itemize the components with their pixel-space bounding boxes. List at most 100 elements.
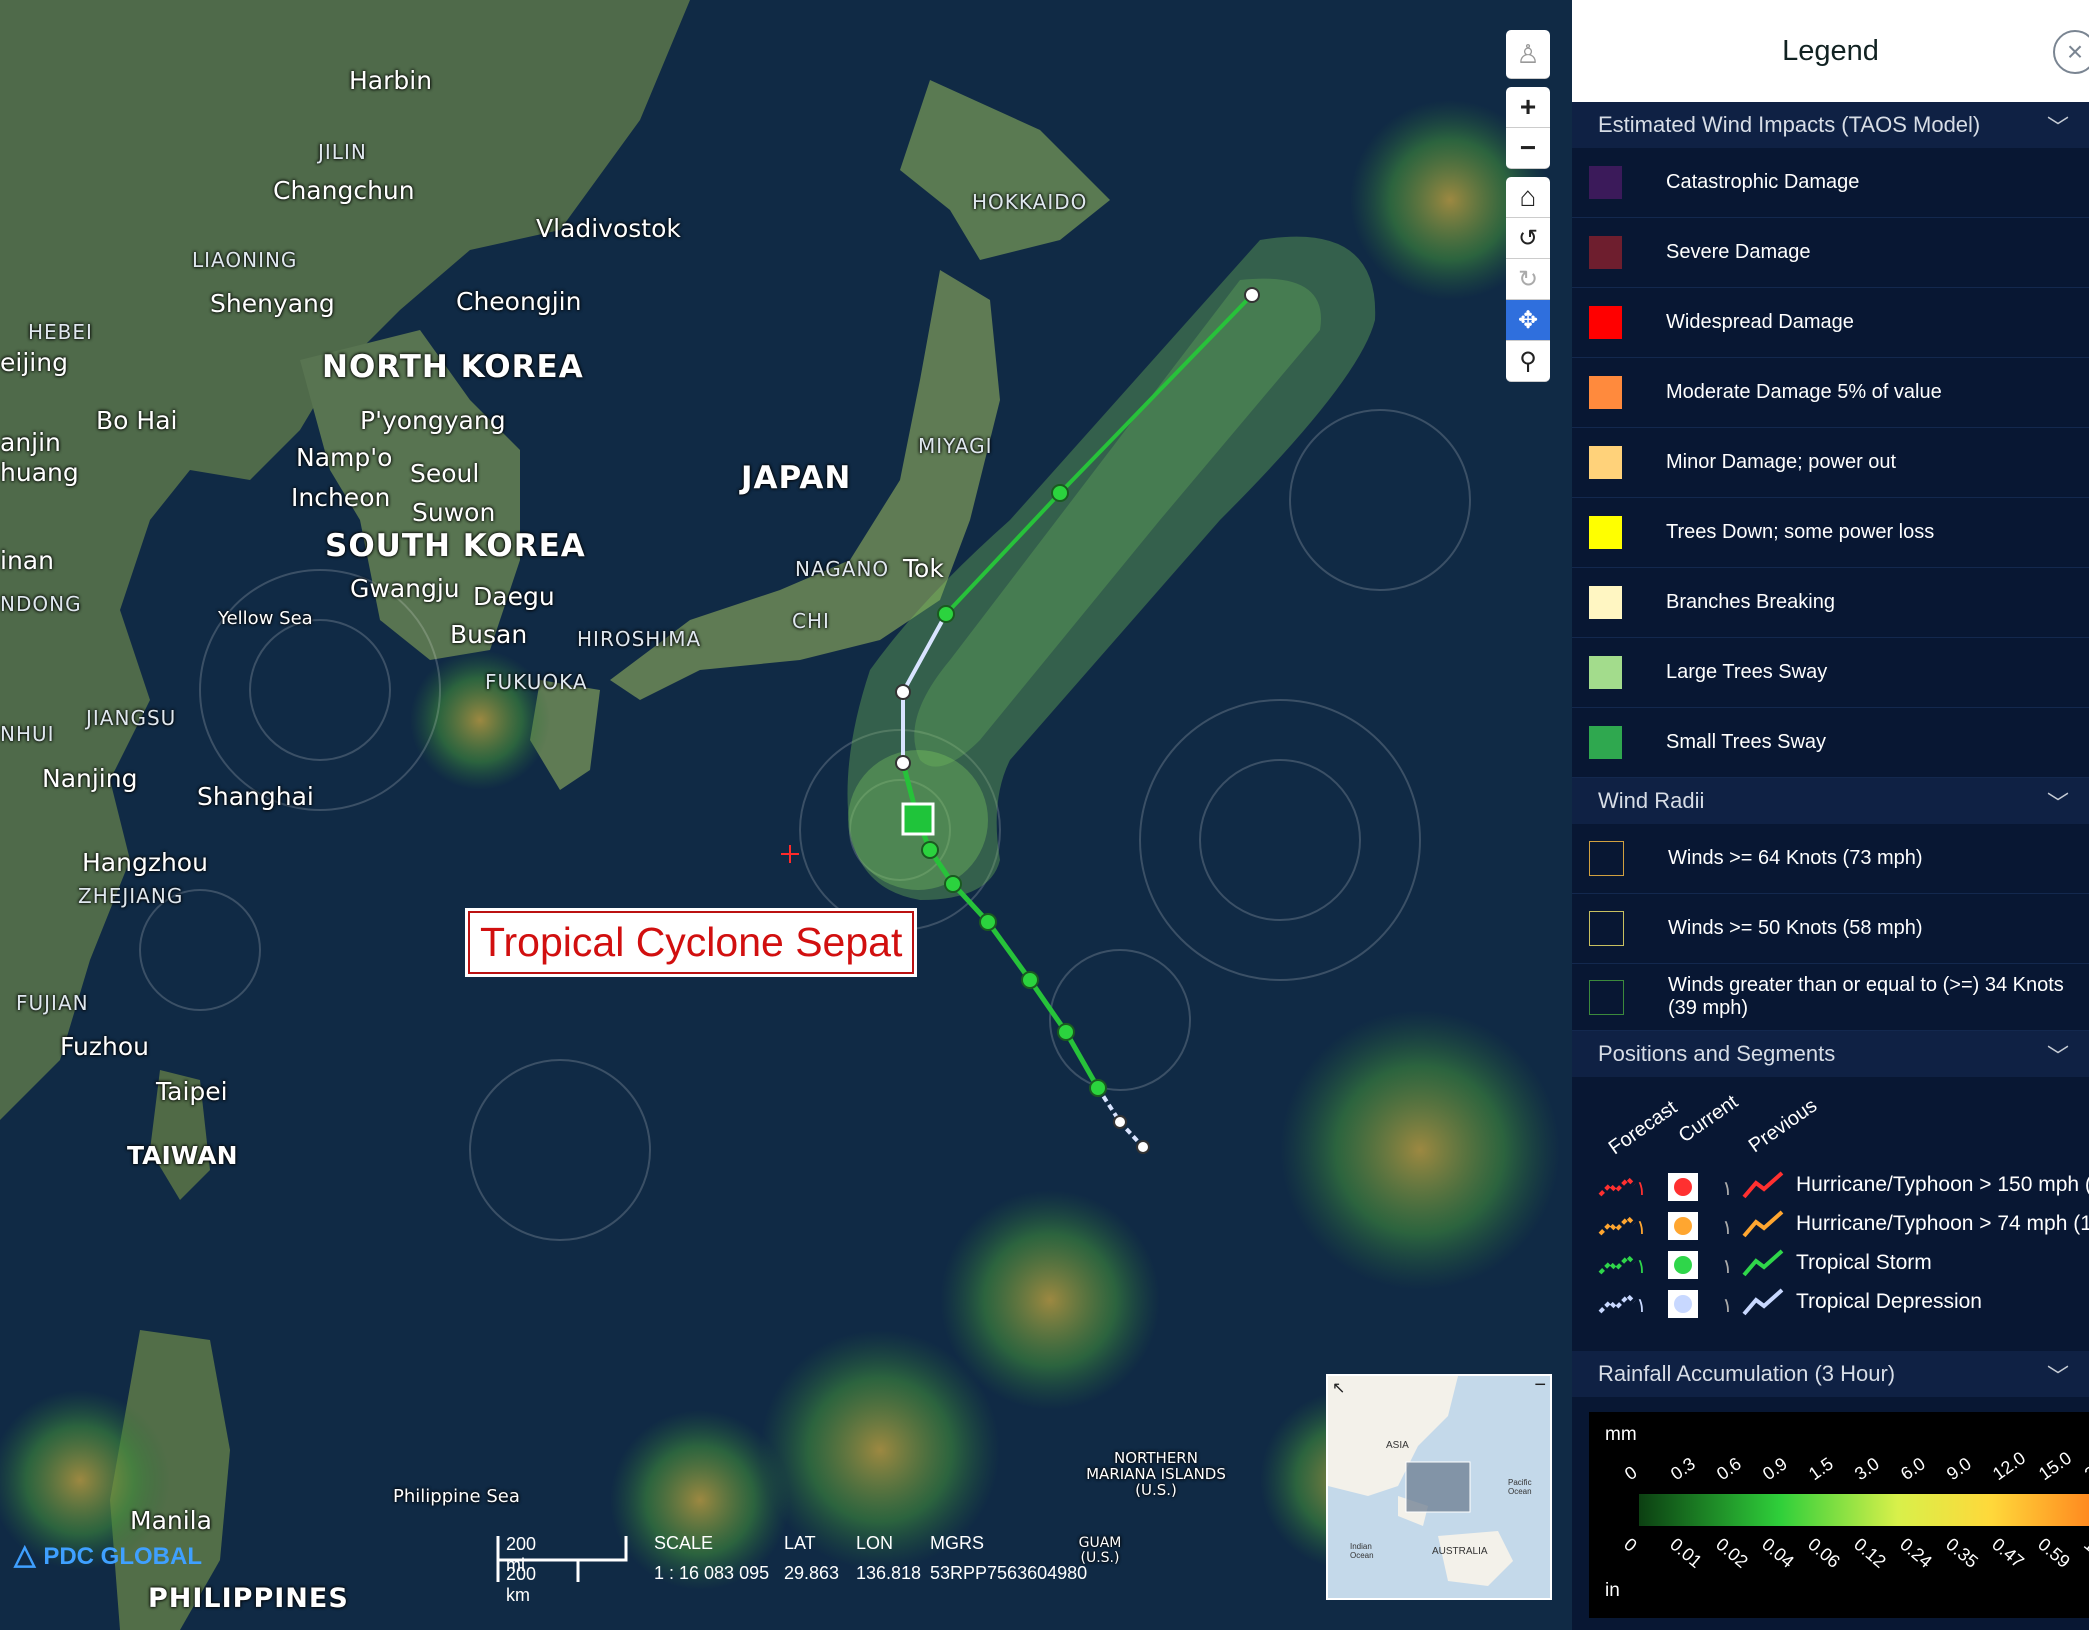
rainfall-colorbar: mm in 0 0.3 0.6 0.9 1.5 3.0 6.0 9.0 12.0 15.0 30.0…	[1589, 1412, 2089, 1618]
rotate-ccw-icon: ↺	[1517, 224, 1539, 252]
place-label: ZHEJIANG	[78, 884, 184, 908]
place-label: Shanghai	[197, 782, 314, 811]
lon-label: LON	[856, 1533, 894, 1553]
category-symbols: ١١	[1598, 1249, 1784, 1279]
pdc-logo: △ PDC GLOBAL	[14, 1538, 202, 1571]
map-view[interactable]: Harbin JILIN Changchun LIAONING Shenyang…	[0, 0, 1572, 1630]
wind-impact-row: Minor Damage; power out	[1572, 428, 2089, 498]
street-view-button[interactable]: ♙	[1506, 30, 1550, 79]
place-label: anjin	[0, 428, 61, 457]
chevron-down-icon: ﹀	[2046, 791, 2069, 816]
place-label: MIYAGI	[918, 434, 993, 458]
color-swatch	[1589, 446, 1622, 479]
storm-category-row: ١١	[1598, 1210, 1798, 1240]
color-swatch	[1589, 236, 1622, 269]
minimap-label: ASIA	[1386, 1440, 1409, 1451]
minus-icon: −	[1519, 132, 1537, 163]
plus-icon: +	[1519, 91, 1537, 122]
category-symbols: ١١	[1598, 1171, 1784, 1201]
storm-category-label: Hurricane/Typhoon > 74 mph (1	[1796, 1212, 2089, 1235]
place-label: Daegu	[473, 582, 555, 611]
pan-button[interactable]: ✥	[1506, 300, 1550, 341]
place-label: Seoul	[410, 459, 480, 488]
svg-text:١: ١	[1636, 1215, 1647, 1239]
place-label: GUAM (U.S.)	[1078, 1535, 1122, 1566]
svg-text:١: ١	[1636, 1176, 1647, 1200]
wind-impact-label: Moderate Damage 5% of value	[1666, 381, 1942, 403]
rotate-right-button[interactable]: ↻	[1506, 259, 1550, 300]
lat-value: 29.863	[784, 1563, 840, 1583]
place-label: Taipei	[156, 1077, 228, 1106]
place-label: CHI	[792, 609, 830, 633]
rotate-left-button[interactable]: ↺	[1506, 218, 1550, 259]
color-swatch	[1589, 516, 1622, 549]
wind-radius-label: Winds greater than or equal to (>=) 34 K…	[1668, 974, 2064, 1019]
section-title: Positions and Segments	[1598, 1041, 1836, 1066]
scale-km-label: 200 km	[506, 1564, 537, 1605]
storm-category-label: Tropical Depression	[1796, 1290, 1982, 1313]
minimap-label: Indian Ocean	[1350, 1542, 1374, 1560]
zoom-out-button[interactable]: −	[1506, 128, 1550, 169]
country-label: SOUTH KOREA	[325, 528, 586, 564]
section-positions-header[interactable]: Positions and Segments ﹀	[1572, 1031, 2089, 1077]
place-label: Shenyang	[210, 289, 335, 318]
minimap-viewport[interactable]	[1405, 1461, 1471, 1513]
place-label: LIAONING	[192, 248, 298, 272]
place-label: Cheongjin	[456, 287, 582, 316]
place-label: huang	[0, 458, 79, 487]
color-swatch	[1589, 376, 1622, 409]
wind-impact-row: Moderate Damage 5% of value	[1572, 358, 2089, 428]
country-label: PHILIPPINES	[148, 1583, 349, 1614]
wind-impact-label: Catastrophic Damage	[1666, 171, 1860, 193]
storm-callout-label: Tropical Cyclone Sepat	[468, 911, 915, 974]
wind-impact-list: Catastrophic Damage Severe Damage Widespre…	[1572, 148, 2089, 778]
lon-value: 136.818	[856, 1563, 922, 1583]
place-label: Harbin	[349, 66, 433, 95]
section-wind-radii-header[interactable]: Wind Radii ﹀	[1572, 778, 2089, 824]
svg-text:١: ١	[1722, 1293, 1733, 1317]
close-legend-button[interactable]: ×	[2053, 30, 2089, 74]
legend-panel: Legend × Estimated Wind Impacts (TAOS Mo…	[1572, 0, 2089, 1630]
scale-label: SCALE	[654, 1533, 714, 1553]
place-label: NDONG	[0, 592, 82, 616]
chevron-down-icon: ﹀	[2046, 1364, 2069, 1389]
outline-swatch	[1589, 979, 1624, 1015]
wind-impact-row: Severe Damage	[1572, 218, 2089, 288]
place-label: HIROSHIMA	[577, 627, 702, 651]
zoom-in-button[interactable]: +	[1506, 87, 1550, 128]
place-label: eijing	[0, 348, 68, 377]
mgrs-label: MGRS	[930, 1533, 984, 1553]
wind-impact-label: Large Trees Sway	[1666, 661, 1828, 683]
place-label: JILIN	[318, 140, 367, 164]
place-label: P'yongyang	[360, 406, 506, 435]
expand-minimap-icon[interactable]: ↖	[1332, 1378, 1345, 1398]
wind-radius-row: Winds greater than or equal to (>=) 34 K…	[1572, 964, 2089, 1031]
place-label: Namp'o	[296, 443, 393, 472]
section-title: Estimated Wind Impacts (TAOS Model)	[1598, 112, 1981, 137]
color-swatch	[1589, 166, 1622, 199]
category-symbols: ١١	[1598, 1288, 1784, 1318]
country-label: NORTH KOREA	[322, 349, 584, 385]
magnifier-icon: ⚲	[1519, 347, 1537, 375]
section-wind-impacts-header[interactable]: Estimated Wind Impacts (TAOS Model) ﹀	[1572, 102, 2089, 148]
person-icon: ♙	[1516, 38, 1540, 69]
home-button[interactable]: ⌂	[1506, 177, 1550, 218]
wind-impact-row: Trees Down; some power loss	[1572, 498, 2089, 568]
rotate-cw-icon: ↻	[1517, 265, 1539, 293]
current-position-marker[interactable]	[901, 802, 935, 836]
svg-text:١: ١	[1722, 1215, 1733, 1239]
place-label: Bo Hai	[96, 406, 178, 435]
section-rainfall-header[interactable]: Rainfall Accumulation (3 Hour) ﹀	[1572, 1351, 2089, 1397]
place-label: NAGANO	[795, 557, 890, 581]
storm-category-row: ١١	[1598, 1171, 1798, 1201]
storm-category-label: Hurricane/Typhoon > 150 mph (	[1796, 1173, 2089, 1196]
place-label: inan	[0, 546, 54, 575]
wind-radii-list: Winds >= 64 Knots (73 mph) Winds >= 50 Kn…	[1572, 824, 2089, 1031]
zoom-box-button[interactable]: ⚲	[1506, 341, 1550, 382]
collapse-minimap-button[interactable]: −	[1534, 1376, 1546, 1397]
wind-impact-label: Widespread Damage	[1666, 311, 1854, 333]
positions-segments-legend: Forecast Current Previous ١ ١ Hurricane/Ty…	[1572, 1077, 2089, 1343]
svg-text:١: ١	[1636, 1293, 1647, 1317]
overview-minimap[interactable]: ASIA AUSTRALIA Pacific Ocean Indian Ocea…	[1326, 1374, 1552, 1600]
place-label: Fuzhou	[60, 1032, 149, 1061]
